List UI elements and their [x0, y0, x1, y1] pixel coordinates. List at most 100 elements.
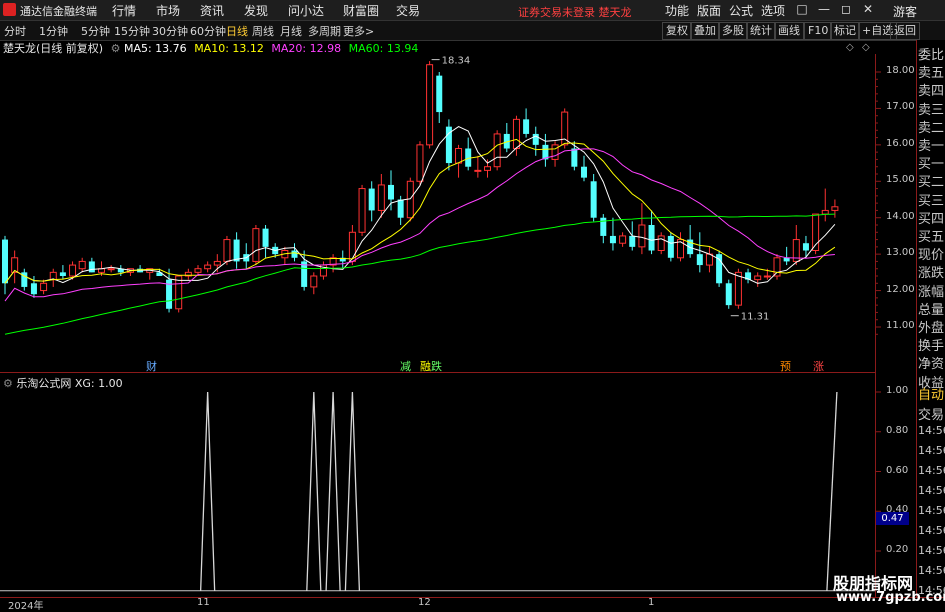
- candle-body-down: [648, 225, 655, 251]
- candle-body-up: [204, 264, 212, 270]
- side-panel-label: 净资: [918, 357, 945, 373]
- candle-body-down: [233, 239, 240, 262]
- candle-body-up: [493, 133, 501, 168]
- side-panel-label: 买三: [918, 193, 945, 209]
- side-panel-label: 现价: [918, 248, 945, 264]
- watermark-line2: www.7gpzb.com: [836, 590, 945, 605]
- candle-body-down: [667, 235, 674, 258]
- side-panel-label: 卖五: [918, 66, 945, 82]
- candle-body-down: [291, 250, 298, 258]
- candle-body-up: [619, 235, 627, 244]
- date-label-12: 12: [418, 597, 431, 608]
- indicator-current-value: 0.47: [876, 512, 909, 525]
- candle-body-up: [40, 282, 48, 292]
- side-panel-label: 卖三: [918, 102, 945, 118]
- xg-signal-spike: [344, 391, 361, 591]
- trade-time-item: 14:56: [918, 504, 945, 517]
- candle-body-down: [388, 184, 394, 200]
- side-panel-label: 买五: [918, 230, 945, 245]
- indicator-tick-label: 1.00: [886, 385, 909, 396]
- candle-body-up: [763, 275, 771, 278]
- trade-time-item: 14:56: [918, 444, 945, 457]
- side-panel-label: 外盘: [918, 321, 945, 336]
- candle-body-up: [252, 228, 260, 262]
- side-panel-label: 买二: [918, 175, 945, 191]
- candle-body-up: [78, 260, 86, 270]
- candle-body-up: [484, 166, 491, 171]
- candle-body-down: [609, 235, 616, 244]
- candle-body-up: [474, 169, 482, 172]
- high-annotation: 18.34: [442, 56, 471, 67]
- candle-body-down: [436, 75, 443, 113]
- candle-body-down: [802, 243, 809, 251]
- trade-time-item: 14:56: [918, 544, 945, 557]
- candle-body-up: [416, 144, 424, 182]
- candle-body-up: [213, 260, 221, 266]
- price-tick-label: 12.00: [886, 283, 915, 295]
- indicator-tick-label: 0.20: [886, 544, 909, 555]
- trade-time-item: 14:56: [918, 464, 945, 477]
- candle-body-down: [629, 235, 636, 247]
- candle-body-down: [397, 199, 404, 218]
- side-panel-label: 卖一: [918, 139, 945, 154]
- trade-time-item: 14:56: [918, 424, 945, 437]
- candle-body-up: [426, 64, 434, 146]
- candle-body-down: [532, 133, 539, 145]
- side-panel-tab[interactable]: 自动: [918, 384, 944, 403]
- candle-body-up: [194, 268, 202, 273]
- candle-body-up: [754, 275, 762, 281]
- site-watermark: 股朋指标网 www.7gpzb.com: [830, 568, 945, 609]
- candle-body-up: [551, 144, 559, 160]
- event-tag: 融: [420, 360, 431, 373]
- date-label-11: 11: [197, 597, 210, 608]
- candle-body-up: [107, 268, 115, 271]
- xg-signal-spike: [325, 391, 341, 591]
- side-panel-label: 换手: [918, 339, 945, 355]
- xg-signal-spike: [826, 391, 838, 591]
- side-panel-label: 总量: [918, 302, 945, 318]
- ma60-line: [4, 213, 835, 335]
- kline-chart[interactable]: 18.34 11.31 财 减融跌 预 涨: [0, 0, 945, 609]
- candle-body-up: [69, 264, 77, 277]
- candle-body-down: [368, 188, 375, 211]
- candle-body-up: [175, 275, 183, 310]
- price-tick-label: 16.00: [886, 137, 915, 149]
- side-panel-label: 买一: [918, 157, 945, 173]
- price-tick-label: 15.00: [886, 174, 915, 186]
- side-panel-tab[interactable]: 交易: [918, 404, 944, 423]
- date-label-1: 1: [648, 597, 655, 608]
- candle-body-up: [377, 184, 385, 211]
- date-label-2024: 2024年: [8, 601, 44, 612]
- candle-body-up: [223, 239, 231, 262]
- candle-body-down: [30, 283, 37, 295]
- candle-body-up: [821, 209, 829, 215]
- candle-body-down: [262, 228, 269, 247]
- candle-body-up: [657, 235, 665, 252]
- low-annotation: 11.31: [741, 312, 770, 323]
- candle-body-up: [734, 271, 742, 306]
- candle-body-down: [581, 166, 587, 178]
- trade-time-item: 14:56: [918, 524, 945, 537]
- candle-body-down: [2, 239, 8, 284]
- price-tick-label: 11.00: [886, 320, 915, 331]
- candle-body-up: [310, 275, 318, 288]
- event-tag: 财: [146, 359, 157, 373]
- xg-signal-spike: [306, 391, 322, 591]
- candle-body-down: [571, 148, 578, 167]
- candle-body-down: [88, 261, 95, 273]
- candle-body-down: [59, 272, 66, 276]
- price-tick-label: 14.00: [886, 210, 915, 222]
- indicator-tick-label: 0.60: [886, 464, 909, 476]
- price-tick-label: 17.00: [886, 101, 915, 113]
- event-tag: 减: [400, 360, 411, 373]
- event-tag: 涨: [813, 360, 824, 373]
- candle-body-down: [590, 181, 597, 218]
- candle-body-up: [638, 224, 646, 248]
- date-axis: [0, 597, 945, 610]
- candle-body-up: [512, 118, 520, 149]
- trade-time-item: 14:56: [918, 484, 945, 497]
- candle-body-down: [523, 119, 530, 134]
- price-tick-label: 13.00: [886, 247, 915, 259]
- candle-body-down: [696, 254, 703, 266]
- event-tag: 预: [780, 360, 791, 373]
